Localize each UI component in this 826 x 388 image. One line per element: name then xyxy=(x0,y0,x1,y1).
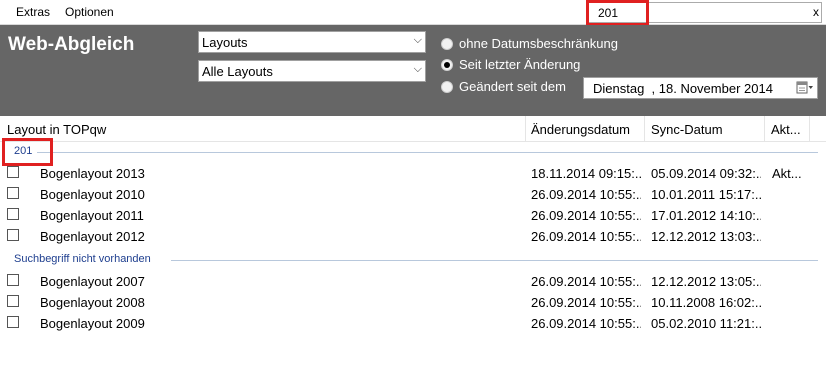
cell-sync-date: 12.12.2012 13:03:... xyxy=(651,229,761,244)
cell-sync-date: 05.09.2014 09:32:... xyxy=(651,166,761,181)
column-divider[interactable] xyxy=(809,116,810,142)
group-divider xyxy=(37,152,818,153)
cell-sync-date: 12.12.2012 13:05:... xyxy=(651,274,761,289)
table-row[interactable]: Bogenlayout 2012 26.09.2014 10:55:... 12… xyxy=(0,226,826,247)
menu-bar: Extras Optionen x xyxy=(0,0,826,26)
cell-layout-name: Bogenlayout 2010 xyxy=(40,187,145,202)
table-row[interactable]: Bogenlayout 2010 26.09.2014 10:55:... 10… xyxy=(0,184,826,205)
clear-search-button[interactable]: x xyxy=(813,5,819,19)
cell-layout-name: Bogenlayout 2007 xyxy=(40,274,145,289)
date-picker[interactable]: Dienstag , 18. November 2014 xyxy=(583,77,818,99)
cell-changed-date: 26.09.2014 10:55:... xyxy=(531,295,641,310)
chevron-down-icon: ⌵ xyxy=(413,34,422,46)
table-row[interactable]: Bogenlayout 2009 26.09.2014 10:55:... 05… xyxy=(0,313,826,334)
table-row[interactable]: Bogenlayout 2008 26.09.2014 10:55:... 10… xyxy=(0,292,826,313)
cell-changed-date: 26.09.2014 10:55:... xyxy=(531,274,641,289)
table-row[interactable]: Bogenlayout 2011 26.09.2014 10:55:... 17… xyxy=(0,205,826,226)
date-value: Dienstag , 18. November 2014 xyxy=(593,81,773,96)
cell-layout-name: Bogenlayout 2011 xyxy=(40,208,144,223)
group-header-label: Suchbegriff nicht vorhanden xyxy=(14,253,151,265)
filter-select-value: Alle Layouts xyxy=(202,64,273,79)
cell-changed-date: 26.09.2014 10:55:... xyxy=(531,208,641,223)
row-checkbox[interactable] xyxy=(7,187,19,199)
search-highlight-box xyxy=(586,0,649,26)
cell-layout-name: Bogenlayout 2012 xyxy=(40,229,145,244)
column-divider[interactable] xyxy=(764,116,765,142)
column-divider[interactable] xyxy=(644,116,645,142)
menu-extras[interactable]: Extras xyxy=(16,5,50,19)
cell-changed-date: 26.09.2014 10:55:... xyxy=(531,316,641,331)
row-checkbox[interactable] xyxy=(7,166,19,178)
radio-label: ohne Datumsbeschränkung xyxy=(459,36,618,51)
type-select[interactable]: Layouts ⌵ xyxy=(198,31,426,53)
row-checkbox[interactable] xyxy=(7,295,19,307)
column-header-changed[interactable]: Änderungsdatum xyxy=(531,122,630,137)
chevron-down-icon: ⌵ xyxy=(413,63,422,75)
cell-layout-name: Bogenlayout 2009 xyxy=(40,316,145,331)
page-title: Web-Abgleich xyxy=(8,34,135,55)
calendar-icon[interactable] xyxy=(796,81,814,95)
cell-sync-date: 17.01.2012 14:10:... xyxy=(651,208,761,223)
type-select-value: Layouts xyxy=(202,35,248,50)
row-checkbox[interactable] xyxy=(7,208,19,220)
cell-changed-date: 18.11.2014 09:15:... xyxy=(531,166,641,181)
radio-button[interactable] xyxy=(441,81,453,93)
cell-changed-date: 26.09.2014 10:55:... xyxy=(531,187,641,202)
cell-changed-date: 26.09.2014 10:55:... xyxy=(531,229,641,244)
cell-sync-date: 10.11.2008 16:02:... xyxy=(651,295,761,310)
group-divider xyxy=(171,260,818,261)
row-checkbox[interactable] xyxy=(7,229,19,241)
menu-optionen[interactable]: Optionen xyxy=(65,5,114,19)
cell-layout-name: Bogenlayout 2013 xyxy=(40,166,145,181)
group-highlight-box xyxy=(2,138,53,166)
table-row[interactable]: Bogenlayout 2013 18.11.2014 09:15:... 05… xyxy=(0,163,826,184)
column-divider[interactable] xyxy=(525,116,526,142)
cell-action: Akt... xyxy=(772,166,802,181)
cell-sync-date: 05.02.2010 11:21:... xyxy=(651,316,761,331)
radio-label: Seit letzter Änderung xyxy=(459,57,581,72)
radio-button[interactable] xyxy=(441,59,453,71)
column-header-action[interactable]: Akt... xyxy=(771,122,801,137)
column-header-sync[interactable]: Sync-Datum xyxy=(651,122,723,137)
filter-select[interactable]: Alle Layouts ⌵ xyxy=(198,60,426,82)
radio-button[interactable] xyxy=(441,38,453,50)
list-header: Layout in TOPqw Änderungsdatum Sync-Datu… xyxy=(0,116,826,142)
cell-layout-name: Bogenlayout 2008 xyxy=(40,295,145,310)
cell-sync-date: 10.01.2011 15:17:... xyxy=(651,187,761,202)
row-checkbox[interactable] xyxy=(7,274,19,286)
column-header-layout[interactable]: Layout in TOPqw xyxy=(7,122,106,137)
radio-label: Geändert seit dem xyxy=(459,79,566,94)
table-row[interactable]: Bogenlayout 2007 26.09.2014 10:55:... 12… xyxy=(0,271,826,292)
row-checkbox[interactable] xyxy=(7,316,19,328)
